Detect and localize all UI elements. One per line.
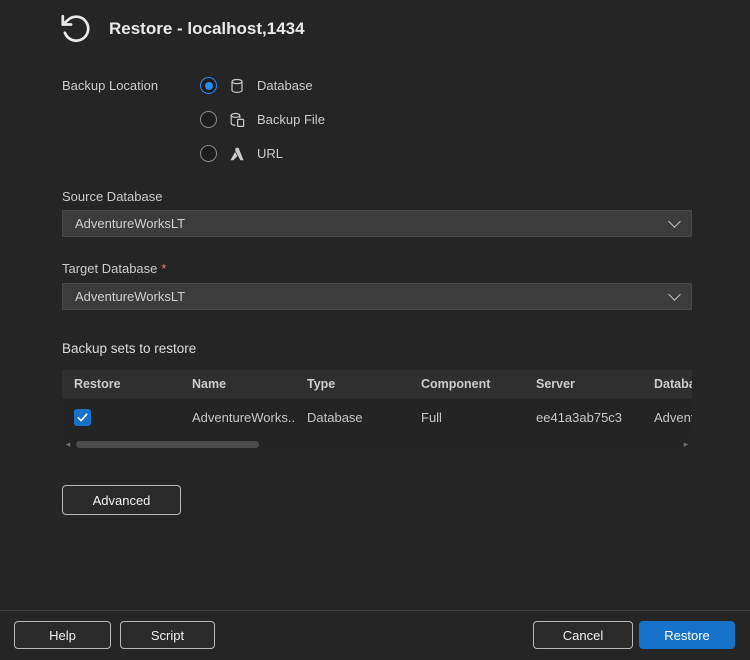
required-marker: * [161, 261, 166, 276]
cell-database: Adventu... [642, 410, 692, 425]
column-header-database[interactable]: Database [642, 377, 692, 391]
table-header-row: Restore Name Type Component Server Datab… [62, 370, 692, 398]
cancel-button[interactable]: Cancel [533, 621, 633, 649]
target-database-value: AdventureWorksLT [75, 289, 670, 304]
scroll-left-arrow-icon[interactable]: ◂ [62, 438, 74, 451]
advanced-button[interactable]: Advanced [62, 485, 181, 515]
radio-option-database[interactable]: Database [200, 74, 325, 97]
dialog-header: Restore - localhost,1434 [58, 11, 305, 47]
target-database-select[interactable]: AdventureWorksLT [62, 283, 692, 310]
column-header-type[interactable]: Type [295, 377, 409, 391]
radio-unselected-icon [200, 145, 217, 162]
source-database-label: Source Database [62, 189, 162, 204]
radio-option-url[interactable]: URL [200, 142, 325, 165]
dialog-title: Restore - localhost,1434 [109, 19, 305, 39]
footer-divider [0, 610, 750, 611]
backup-file-icon [228, 111, 246, 129]
script-button[interactable]: Script [120, 621, 215, 649]
backup-sets-label: Backup sets to restore [62, 341, 196, 356]
cell-server: ee41a3ab75c3 [524, 410, 642, 425]
horizontal-scrollbar[interactable]: ◂ ▸ [62, 438, 692, 451]
scroll-right-arrow-icon[interactable]: ▸ [680, 438, 692, 451]
radio-selected-icon [200, 77, 217, 94]
restore-checkbox[interactable] [74, 409, 91, 426]
backup-location-label: Backup Location [62, 78, 158, 93]
help-button[interactable]: Help [14, 621, 111, 649]
backup-sets-table: Restore Name Type Component Server Datab… [62, 370, 692, 435]
source-database-select[interactable]: AdventureWorksLT [62, 210, 692, 237]
source-database-value: AdventureWorksLT [75, 216, 670, 231]
scrollbar-track[interactable] [74, 441, 680, 448]
database-icon [228, 77, 246, 95]
restore-icon [58, 11, 94, 47]
radio-option-label: Database [257, 78, 313, 93]
column-header-component[interactable]: Component [409, 377, 524, 391]
radio-option-label: Backup File [257, 112, 325, 127]
column-header-name[interactable]: Name [180, 377, 295, 391]
radio-option-backup-file[interactable]: Backup File [200, 108, 325, 131]
radio-option-label: URL [257, 146, 283, 161]
restore-button[interactable]: Restore [639, 621, 735, 649]
column-header-restore[interactable]: Restore [62, 377, 180, 391]
cell-component: Full [409, 410, 524, 425]
radio-unselected-icon [200, 111, 217, 128]
cell-type: Database [295, 410, 409, 425]
backup-location-radio-group: Database Backup File URL [200, 74, 325, 165]
scrollbar-thumb[interactable] [76, 441, 259, 448]
column-header-server[interactable]: Server [524, 377, 642, 391]
chevron-down-icon [668, 288, 681, 301]
target-database-label: Target Database* [62, 261, 166, 276]
cell-name: AdventureWorks... [180, 410, 295, 425]
azure-url-icon [228, 145, 246, 163]
chevron-down-icon [668, 215, 681, 228]
table-row[interactable]: AdventureWorks... Database Full ee41a3ab… [62, 398, 692, 435]
